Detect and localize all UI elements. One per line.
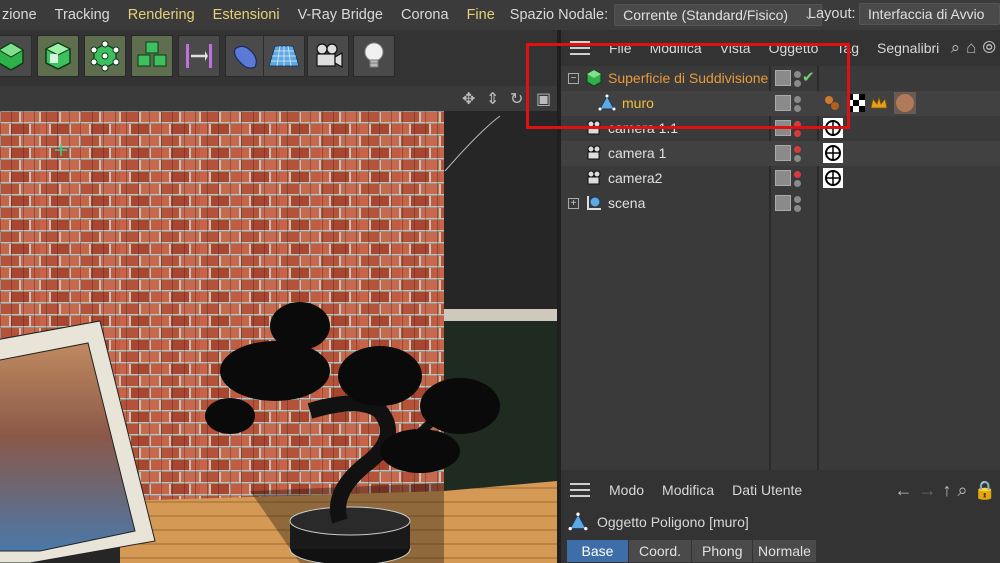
- am-menu-modo[interactable]: Modo: [600, 482, 653, 498]
- node-space-select[interactable]: Corrente (Standard/Fisico) ⌄: [614, 4, 823, 26]
- node-space-value: Corrente (Standard/Fisico): [623, 7, 789, 23]
- polygon-object-icon: [568, 512, 588, 531]
- deformer-button[interactable]: [225, 35, 267, 77]
- camera-icon: [316, 43, 343, 69]
- object-row[interactable]: camera2: [561, 166, 1000, 191]
- null-object-icon: [587, 196, 601, 210]
- am-menu-modifica[interactable]: Modifica: [653, 482, 723, 498]
- light-bulb-button[interactable]: [353, 35, 395, 77]
- am-tools: ← → ↑ ⌕ 🔒: [894, 480, 996, 501]
- menu-item-fine[interactable]: Fine: [458, 7, 504, 23]
- attribute-manager: Modo Modifica Dati Utente ← → ↑ ⌕ 🔒 Ogge…: [561, 474, 1000, 563]
- menu-item-corona[interactable]: Corona: [392, 7, 458, 23]
- filter-icon[interactable]: ⦾: [982, 38, 996, 58]
- am-title-row: Oggetto Poligono [muro]: [567, 512, 749, 532]
- arrow-up-icon[interactable]: ↑: [942, 480, 951, 501]
- subdivision-surface-button[interactable]: [0, 35, 32, 77]
- home-icon[interactable]: ⌂: [966, 38, 976, 58]
- viewport-header: ✥ ⇕ ↻ ▣: [0, 86, 557, 111]
- camera-target-tag-icon[interactable]: [823, 143, 843, 163]
- edit-toggle-icon[interactable]: [775, 195, 791, 211]
- object-row[interactable]: camera 1: [561, 141, 1000, 166]
- object-name[interactable]: camera 1: [608, 145, 666, 161]
- tab-coord[interactable]: Coord.: [629, 540, 691, 562]
- rotate-view-icon[interactable]: ↻: [510, 89, 523, 109]
- edit-toggle-icon[interactable]: [775, 170, 791, 186]
- menu-item-tracking[interactable]: Tracking: [46, 7, 119, 23]
- subdivision-surface-icon: [0, 42, 24, 71]
- align-arrow-button[interactable]: [178, 35, 220, 77]
- search-icon[interactable]: ⌕: [957, 480, 967, 501]
- dolly-view-icon[interactable]: ⇕: [486, 89, 499, 109]
- viewport-3d[interactable]: ✥ ⇕ ↻ ▣: [0, 86, 557, 563]
- attribute-manager-menubar: Modo Modifica Dati Utente ← → ↑ ⌕ 🔒: [561, 476, 1000, 504]
- lock-icon[interactable]: 🔒: [974, 480, 996, 501]
- toolbar: [0, 30, 557, 80]
- menu-item-zione[interactable]: zione: [0, 7, 46, 23]
- visibility-editor-dot[interactable]: [794, 171, 801, 178]
- layout-select[interactable]: Interfaccia di Avvio: [859, 3, 1000, 25]
- om-tools: ⌕ ⌂ ⦾: [951, 38, 996, 58]
- annotation-highlight-box: [526, 43, 850, 129]
- arrow-right-icon[interactable]: →: [918, 480, 936, 501]
- menu-item-rendering[interactable]: Rendering: [119, 7, 204, 23]
- polygon-points-icon: [90, 40, 120, 72]
- tab-normale[interactable]: Normale: [753, 540, 816, 562]
- floor-plane-button[interactable]: [263, 35, 305, 77]
- search-icon[interactable]: ⌕: [951, 38, 961, 58]
- polygon-points-button[interactable]: [84, 35, 126, 77]
- am-object-title: Oggetto Poligono [muro]: [597, 514, 749, 530]
- visibility-render-dot[interactable]: [794, 180, 801, 187]
- camera-button[interactable]: [307, 35, 349, 77]
- arrow-left-icon[interactable]: ←: [894, 480, 912, 501]
- node-space-label: Spazio Nodale:: [509, 7, 609, 23]
- visibility-editor-dot[interactable]: [794, 196, 801, 203]
- om-menu-segnalibri[interactable]: Segnalibri: [868, 40, 948, 56]
- deformer-icon: [233, 45, 257, 69]
- visibility-render-dot[interactable]: [794, 130, 801, 137]
- camera-target-tag-icon[interactable]: [823, 168, 843, 188]
- camera-object-icon: [587, 170, 601, 185]
- array-cubes-icon: [137, 41, 167, 67]
- tab-phong[interactable]: Phong: [692, 540, 752, 562]
- extrude-cube-icon: [44, 42, 72, 70]
- edit-toggle-icon[interactable]: [775, 145, 791, 161]
- brick-material-tag-icon[interactable]: [894, 92, 916, 114]
- array-cubes-button[interactable]: [131, 35, 173, 77]
- extrude-cube-button[interactable]: [37, 35, 79, 77]
- object-name[interactable]: scena: [608, 195, 645, 211]
- hamburger-menu-icon[interactable]: [570, 483, 590, 497]
- am-tabs: Base Coord. Phong Normale: [567, 540, 816, 562]
- viewport-scene: [0, 111, 557, 563]
- move-view-icon[interactable]: ✥: [462, 89, 475, 109]
- tab-base[interactable]: Base: [567, 540, 628, 562]
- align-arrow-icon: [186, 44, 212, 68]
- crown-tag-icon[interactable]: [870, 94, 888, 112]
- layout-label: Layout:: [808, 6, 856, 22]
- visibility-editor-dot[interactable]: [794, 146, 801, 153]
- expand-toggle[interactable]: +: [568, 198, 579, 209]
- camera-object-icon: [587, 145, 601, 160]
- layout-value: Interfaccia di Avvio: [868, 6, 985, 22]
- menu-item-estensioni[interactable]: Estensioni: [204, 7, 289, 23]
- object-name[interactable]: camera2: [608, 170, 662, 186]
- am-menu-dati-utente[interactable]: Dati Utente: [723, 482, 811, 498]
- object-row[interactable]: + scena: [561, 191, 1000, 216]
- light-bulb-icon: [364, 42, 384, 68]
- floor-plane-icon: [268, 45, 300, 67]
- visibility-render-dot[interactable]: [794, 155, 801, 162]
- menu-item-vray-bridge[interactable]: V-Ray Bridge: [289, 7, 392, 23]
- visibility-render-dot[interactable]: [794, 205, 801, 212]
